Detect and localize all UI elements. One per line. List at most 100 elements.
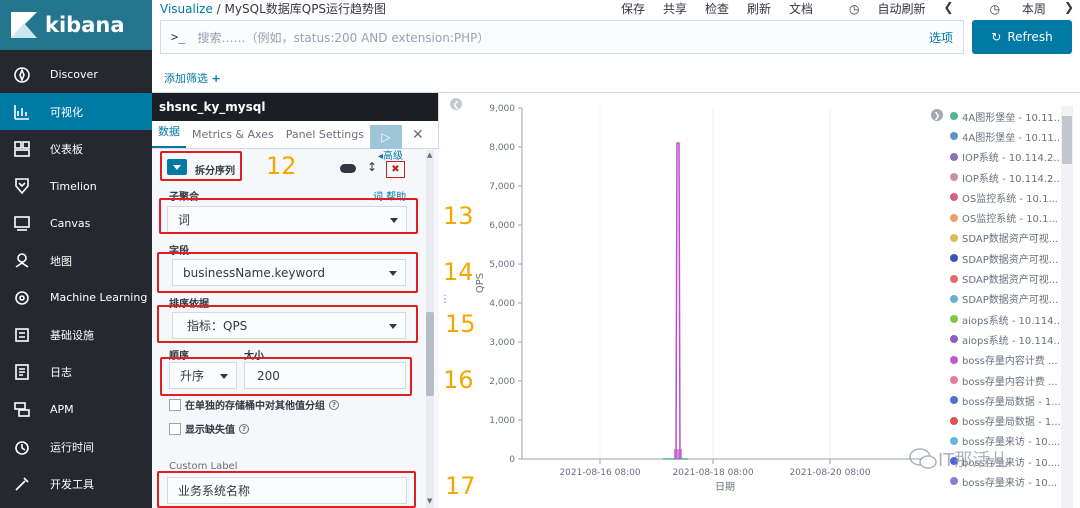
time-picker[interactable]: ◷ 本周 — [972, 0, 1046, 17]
legend-toggle-icon[interactable]: ❯ — [931, 109, 943, 121]
x-tick-label: 2021-08-20 08:00 — [789, 468, 870, 478]
nav-item-12[interactable]: 开发工具 — [0, 465, 152, 502]
tab-metrics-axes[interactable]: Metrics & Axes — [186, 128, 280, 148]
options-link[interactable]: 选项 — [929, 29, 953, 46]
legend-item[interactable]: SDAP数据资产可视... — [950, 228, 1062, 248]
legend-label: boss存量内容计费 ... — [962, 376, 1058, 388]
nav-item-3[interactable]: 仪表板 — [0, 130, 152, 167]
time-prev-button[interactable]: ❮ — [944, 0, 954, 17]
legend-item[interactable]: 4A图形堡垒 - 10.11... — [950, 106, 1062, 126]
legend-item[interactable]: boss存量内容计费 ... — [950, 350, 1062, 370]
scroll-up-icon[interactable]: ▲ — [427, 151, 432, 159]
legend-dot — [950, 274, 958, 283]
add-filter-label: 添加筛选 — [164, 72, 208, 85]
query-bar[interactable]: >_ 搜索……（例如，status:200 AND extension:PHP）… — [160, 20, 964, 54]
legend-item[interactable]: OS监控系统 - 10.1... — [950, 187, 1062, 207]
legend-dot — [950, 254, 958, 263]
other-bucket-checkbox-row[interactable]: 在单独的存储桶中对其他值分组? — [169, 397, 339, 412]
refresh-button[interactable]: ↻ Refresh — [972, 20, 1072, 54]
share-button[interactable]: 共享 — [663, 0, 687, 17]
legend-dot — [950, 152, 958, 161]
collapse-sidebar-icon[interactable]: ❮ — [450, 98, 462, 110]
nav-item-8[interactable]: 基础设施 — [0, 316, 152, 353]
nav-item-label: APM — [50, 402, 74, 416]
nav-item-6[interactable]: 地图 — [0, 242, 152, 279]
series-small-peaks — [674, 449, 682, 459]
legend-label: boss存量来访 - 10... — [962, 477, 1058, 489]
refresh-menu-button[interactable]: 刷新 — [747, 0, 771, 17]
apply-changes-button[interactable]: ▷ — [370, 125, 402, 149]
nav-item-4[interactable]: Timelion — [0, 168, 152, 205]
add-filter-link[interactable]: 添加筛选 + — [164, 70, 221, 86]
y-tick-label: 6,000 — [489, 221, 515, 231]
nav-item-label: 地图 — [50, 254, 72, 268]
plus-icon: + — [211, 72, 221, 85]
legend-label: OS监控系统 - 10.1... — [962, 193, 1058, 205]
nav-item-5[interactable]: Canvas — [0, 205, 152, 242]
scroll-down-icon[interactable]: ▼ — [427, 497, 432, 505]
legend-dot — [950, 416, 958, 425]
legend-dot — [950, 213, 958, 222]
kibana-logo[interactable]: kibana — [0, 0, 152, 50]
toggle-icon[interactable] — [340, 164, 356, 173]
nav-item-7[interactable]: Machine Learning — [0, 279, 152, 316]
search-input[interactable]: 搜索……（例如，status:200 AND extension:PHP） — [197, 29, 489, 46]
missing-bucket-checkbox-row[interactable]: 显示缺失值? — [169, 421, 249, 436]
watermark: IT那活儿 — [908, 446, 1008, 472]
x-tick-label: 2021-08-18 08:00 — [672, 468, 753, 478]
nav-item-10[interactable]: APM — [0, 391, 152, 428]
tab-panel-settings[interactable]: Panel Settings — [280, 128, 370, 148]
legend-label: boss存量局数据 - 1... — [962, 417, 1061, 429]
tab-data[interactable]: 数据 — [152, 123, 186, 148]
legend-dot — [950, 233, 958, 242]
annotation-box — [159, 198, 418, 234]
legend-item[interactable]: SDAP数据资产可视... — [950, 289, 1062, 309]
save-button[interactable]: 保存 — [621, 0, 645, 17]
annotation-number: 12 — [266, 152, 297, 180]
clock-icon: ◷ — [989, 2, 1001, 16]
legend-item[interactable]: 4A图形堡垒 - 10.11... — [950, 126, 1062, 146]
legend-label: SDAP数据资产可视... — [962, 254, 1059, 266]
legend-scrollbar-thumb[interactable] — [1062, 116, 1072, 164]
y-tick-label: 5,000 — [489, 260, 515, 270]
timelion-icon — [12, 176, 32, 196]
advanced-link[interactable]: ◂高级 — [378, 147, 403, 162]
legend-item[interactable]: IOP系统 - 10.114.2... — [950, 167, 1062, 187]
legend-item[interactable]: IOP系统 - 10.114.2... — [950, 147, 1062, 167]
docs-button[interactable]: 文档 — [789, 0, 813, 17]
remove-agg-button[interactable]: ✖ — [386, 161, 405, 178]
discard-button[interactable]: ✕ — [412, 127, 424, 143]
reorder-icon[interactable]: ↕ — [367, 160, 377, 174]
editor-scrollbar-thumb[interactable] — [426, 312, 434, 396]
y-tick-label: 2,000 — [489, 377, 515, 387]
legend-item[interactable]: boss存量局数据 - 1... — [950, 390, 1062, 410]
legend-item[interactable]: aiops系统 - 10.114... — [950, 309, 1062, 329]
compass-icon — [12, 65, 32, 85]
nav-item-2[interactable]: 可视化 — [0, 93, 152, 131]
missing-bucket-checkbox[interactable] — [169, 422, 181, 435]
legend-label: IOP系统 - 10.114.2... — [962, 173, 1062, 185]
nav-item-9[interactable]: 日志 — [0, 354, 152, 391]
legend-item[interactable]: boss存量来访 - 10... — [950, 471, 1062, 491]
annotation-box — [160, 357, 412, 396]
auto-refresh-button[interactable]: ◷ 自动刷新 — [831, 0, 926, 17]
nav-item-1[interactable]: Discover — [0, 56, 152, 93]
legend-scrollbar[interactable] — [1061, 106, 1073, 508]
legend-item[interactable]: boss存量局数据 - 1... — [950, 410, 1062, 430]
breadcrumb-visualize-link[interactable]: Visualize — [160, 2, 213, 16]
nav-item-11[interactable]: 运行时间 — [0, 428, 152, 465]
legend-item[interactable]: boss存量内容计费 ... — [950, 370, 1062, 390]
help-icon[interactable]: ? — [329, 399, 339, 410]
legend-item[interactable]: OS监控系统 - 10.1... — [950, 207, 1062, 227]
help-icon[interactable]: ? — [239, 423, 249, 434]
legend-item[interactable]: SDAP数据资产可视... — [950, 268, 1062, 288]
time-next-button[interactable]: ❯ — [1064, 0, 1074, 17]
devtools-icon — [12, 474, 32, 494]
legend-item[interactable]: SDAP数据资产可视... — [950, 248, 1062, 268]
legend-item[interactable]: aiops系统 - 10.114... — [950, 329, 1062, 349]
other-bucket-checkbox[interactable] — [169, 398, 181, 411]
legend-dot — [950, 112, 958, 121]
inspect-button[interactable]: 检查 — [705, 0, 729, 17]
y-tick-label: 0 — [509, 455, 515, 465]
dashboard-icon — [12, 139, 32, 159]
